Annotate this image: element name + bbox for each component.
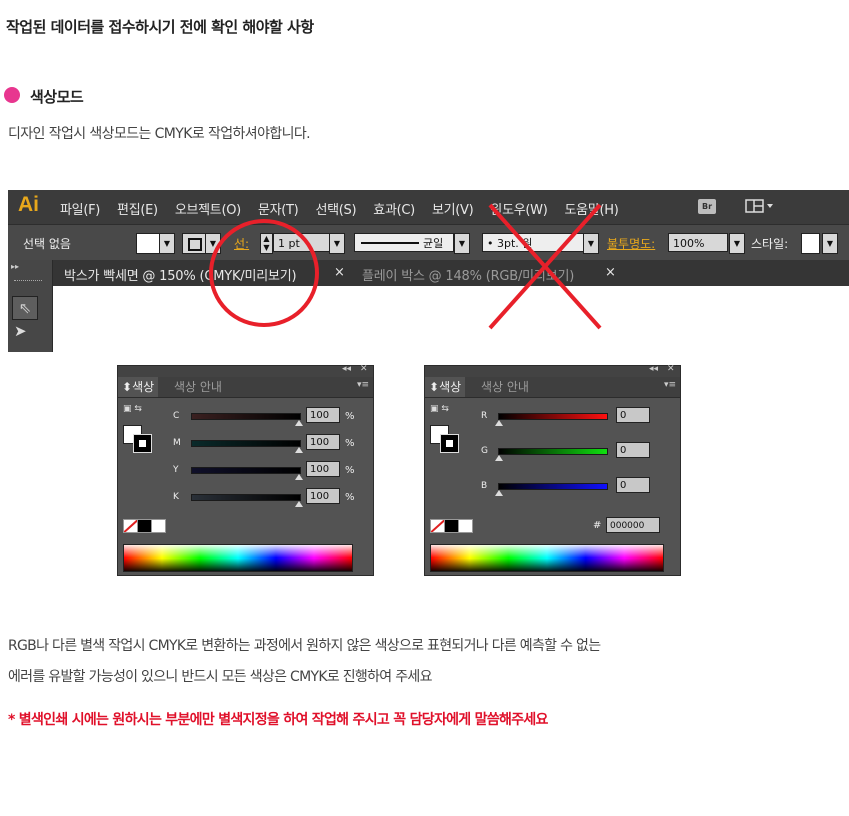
color-spectrum[interactable] (430, 544, 664, 572)
red-value-field[interactable]: 0 (616, 407, 650, 423)
tab-color-guide[interactable]: 색상 안내 (174, 377, 222, 397)
green-value-field[interactable]: 0 (616, 442, 650, 458)
slider-thumb-icon[interactable] (295, 501, 303, 507)
slider-label: Y (173, 465, 179, 475)
panel-collapse-icon[interactable]: ◂◂ (649, 364, 658, 374)
slider-thumb-icon[interactable] (295, 474, 303, 480)
black-slider[interactable] (191, 494, 301, 501)
slider-label: M (173, 438, 181, 448)
cmyk-highlight-circle (209, 219, 319, 327)
hex-value-field[interactable]: 000000 (606, 517, 660, 533)
body-text-line-1: RGB나 다른 별색 작업시 CMYK로 변환하는 과정에서 원하지 않은 색상… (8, 638, 601, 654)
unit-label: % (345, 411, 355, 422)
red-slider[interactable] (498, 413, 608, 420)
slider-thumb-icon[interactable] (495, 455, 503, 461)
annotation-marks (209, 203, 602, 330)
slider-label: B (481, 481, 488, 491)
magenta-slider[interactable] (191, 440, 301, 447)
none-swatch-icon[interactable] (430, 519, 445, 533)
slider-thumb-icon[interactable] (295, 447, 303, 453)
spot-color-warning: * 별색인쇄 시에는 원하시는 부분에만 별색지정을 하여 작업해 주시고 꼭 … (8, 712, 548, 728)
tab-color-label: 색상 (132, 380, 155, 394)
slider-thumb-icon[interactable] (495, 490, 503, 496)
panel-close-icon[interactable]: ✕ (360, 364, 368, 374)
default-colors-icon[interactable]: ▣ ⇆ (430, 404, 449, 414)
magenta-value-field[interactable]: 100 (306, 434, 340, 450)
yellow-slider[interactable] (191, 467, 301, 474)
none-swatch-icon[interactable] (123, 519, 138, 533)
white-swatch[interactable] (151, 519, 166, 533)
tab-color-guide[interactable]: 색상 안내 (481, 377, 529, 397)
tab-color[interactable]: ⬍색상 (425, 377, 466, 397)
color-spectrum[interactable] (123, 544, 353, 572)
black-value-field[interactable]: 100 (306, 488, 340, 504)
slider-label: K (173, 492, 179, 502)
unit-label: % (345, 492, 355, 503)
black-swatch[interactable] (137, 519, 152, 533)
cyan-value-field[interactable]: 100 (306, 407, 340, 423)
default-colors-icon[interactable]: ▣ ⇆ (123, 404, 142, 414)
tab-color-label: 색상 (439, 380, 462, 394)
cyan-slider[interactable] (191, 413, 301, 420)
body-text-line-2: 에러를 유발할 가능성이 있으니 반드시 모든 색상은 CMYK로 진행하여 주… (8, 669, 432, 685)
slider-label: G (481, 446, 488, 456)
tab-color[interactable]: ⬍색상 (118, 377, 159, 397)
slider-thumb-icon[interactable] (295, 420, 303, 426)
fill-stroke-icon[interactable] (121, 421, 155, 455)
cmyk-color-panel: ◂◂ ✕ ⬍색상 색상 안내 ▾≡ ▣ ⇆ C 100 % M 100 % Y … (117, 364, 374, 576)
panel-menu-icon[interactable]: ▾≡ (664, 380, 676, 390)
slider-label: C (173, 411, 180, 421)
slider-thumb-icon[interactable] (495, 420, 503, 426)
black-swatch[interactable] (444, 519, 459, 533)
blue-slider[interactable] (498, 483, 608, 490)
panel-close-icon[interactable]: ✕ (667, 364, 675, 374)
panel-collapse-icon[interactable]: ◂◂ (342, 364, 351, 374)
unit-label: % (345, 465, 355, 476)
hex-label: # (593, 520, 602, 531)
unit-label: % (345, 438, 355, 449)
white-swatch[interactable] (458, 519, 473, 533)
fill-stroke-icon[interactable] (428, 421, 462, 455)
yellow-value-field[interactable]: 100 (306, 461, 340, 477)
blue-value-field[interactable]: 0 (616, 477, 650, 493)
green-slider[interactable] (498, 448, 608, 455)
rgb-color-panel: ◂◂ ✕ ⬍색상 색상 안내 ▾≡ ▣ ⇆ R 0 G 0 B 0 # 0000… (424, 364, 681, 576)
slider-label: R (481, 411, 488, 421)
panel-menu-icon[interactable]: ▾≡ (357, 380, 369, 390)
